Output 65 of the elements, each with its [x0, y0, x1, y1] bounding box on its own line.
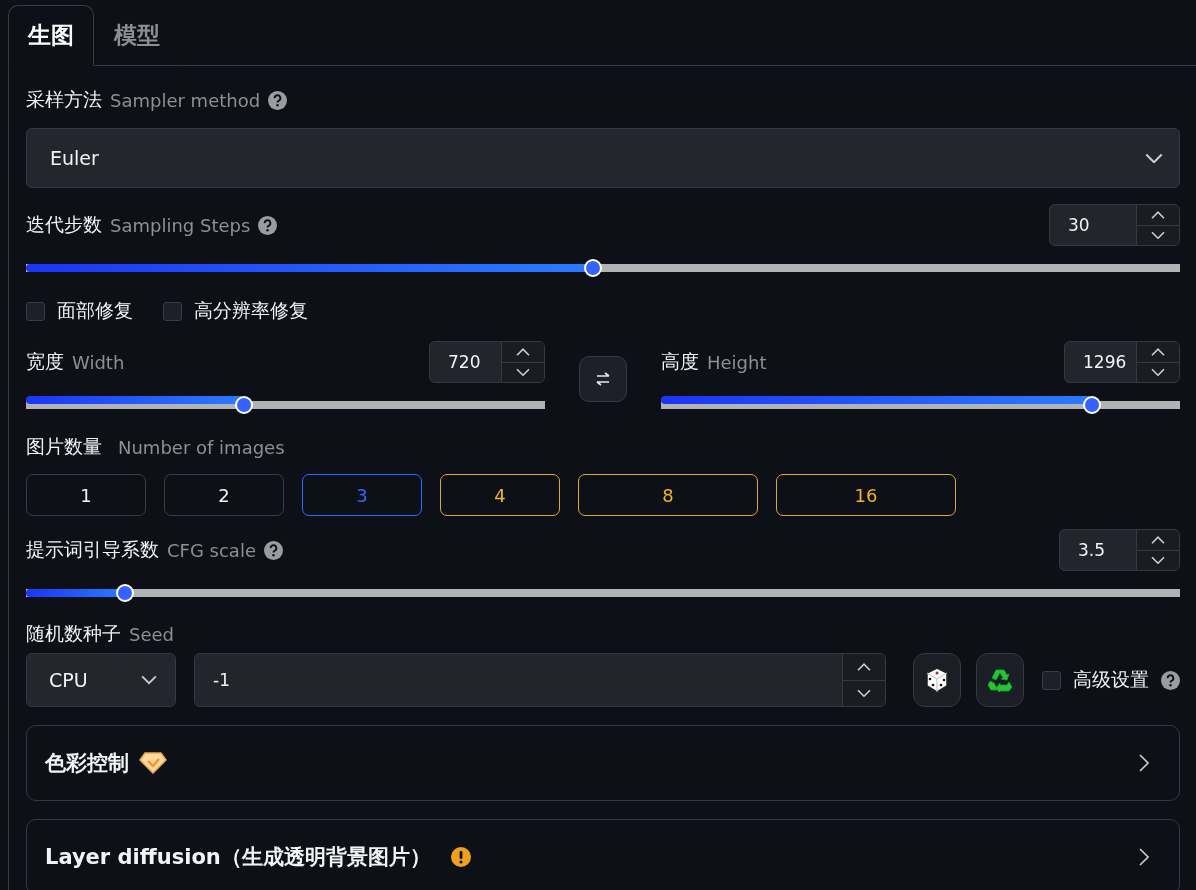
chevron-down-icon: [1151, 556, 1165, 565]
chevron-up-icon: [516, 347, 530, 356]
checkbox[interactable]: [1042, 670, 1061, 690]
chevron-down-icon: [141, 675, 157, 685]
seed-input[interactable]: -1: [194, 653, 886, 707]
count-option[interactable]: 4: [440, 474, 560, 516]
dice-icon: [925, 667, 949, 693]
count-option[interactable]: 3: [302, 474, 422, 516]
chevron-down-icon: [1151, 368, 1165, 377]
field-label: 宽度: [26, 349, 64, 374]
field-hint: Sampler method: [110, 89, 261, 111]
count-option[interactable]: 1: [26, 474, 146, 516]
recycle-button[interactable]: [976, 653, 1024, 707]
help-icon[interactable]: [268, 90, 288, 110]
dice-button[interactable]: [913, 653, 961, 707]
field-hint: Number of images: [118, 436, 285, 458]
field-label: 采样方法: [26, 87, 102, 112]
field-hint: Height: [707, 351, 767, 373]
slider-thumb[interactable]: [583, 259, 602, 277]
chevron-down-icon: [857, 689, 871, 698]
tab[interactable]: 生图: [8, 5, 94, 66]
number-input[interactable]: 1296: [1064, 341, 1180, 383]
field-label: 高度: [661, 349, 699, 374]
slider-thumb[interactable]: [116, 584, 135, 602]
checkbox[interactable]: [163, 301, 182, 321]
field-hint: Width: [72, 351, 125, 373]
checkbox-label: 面部修复: [57, 298, 133, 323]
slider-thumb[interactable]: [1082, 396, 1101, 414]
number-input[interactable]: 3.5: [1059, 529, 1180, 571]
checkbox-label: 高级设置: [1073, 667, 1149, 692]
checkbox[interactable]: [26, 301, 45, 321]
count-option[interactable]: 16: [776, 474, 956, 516]
chevron-down-icon: [1145, 152, 1163, 164]
count-option[interactable]: 8: [578, 474, 758, 516]
gem-icon: [139, 752, 167, 774]
tab[interactable]: 模型: [94, 5, 180, 66]
help-icon[interactable]: [1161, 670, 1180, 690]
chevron-down-icon: [1151, 231, 1165, 240]
accordion-header[interactable]: 色彩控制: [26, 725, 1180, 801]
chevron-up-icon: [857, 662, 871, 671]
chevron-up-icon: [1151, 210, 1165, 219]
chevron-up-icon: [1151, 535, 1165, 544]
chevron-up-icon: [1151, 347, 1165, 356]
chevron-down-icon: [516, 368, 530, 377]
field-label: 提示词引导系数: [26, 537, 159, 562]
swap-button[interactable]: [579, 356, 627, 402]
number-input[interactable]: 720: [429, 341, 545, 383]
accordion-header[interactable]: Layer diffusion（生成透明背景图片）: [26, 819, 1180, 890]
field-hint: Sampling Steps: [110, 214, 251, 236]
swap-arrows-icon: [595, 372, 611, 386]
number-input[interactable]: 30: [1049, 204, 1180, 246]
help-icon[interactable]: [258, 215, 278, 235]
field-label: 随机数种子: [26, 621, 121, 646]
slider-thumb[interactable]: [234, 396, 253, 414]
sampler-dropdown[interactable]: Euler: [26, 128, 1180, 188]
device-dropdown[interactable]: CPU: [26, 653, 176, 707]
recycle-icon: [987, 668, 1013, 692]
warning-icon: [450, 847, 471, 867]
field-label: 图片数量: [26, 434, 102, 459]
count-option[interactable]: 2: [164, 474, 284, 516]
checkbox-label: 高分辨率修复: [194, 298, 308, 323]
field-hint: CFG scale: [167, 539, 256, 561]
field-hint: Seed: [129, 623, 174, 645]
help-icon[interactable]: [264, 540, 283, 560]
field-label: 迭代步数: [26, 212, 102, 237]
